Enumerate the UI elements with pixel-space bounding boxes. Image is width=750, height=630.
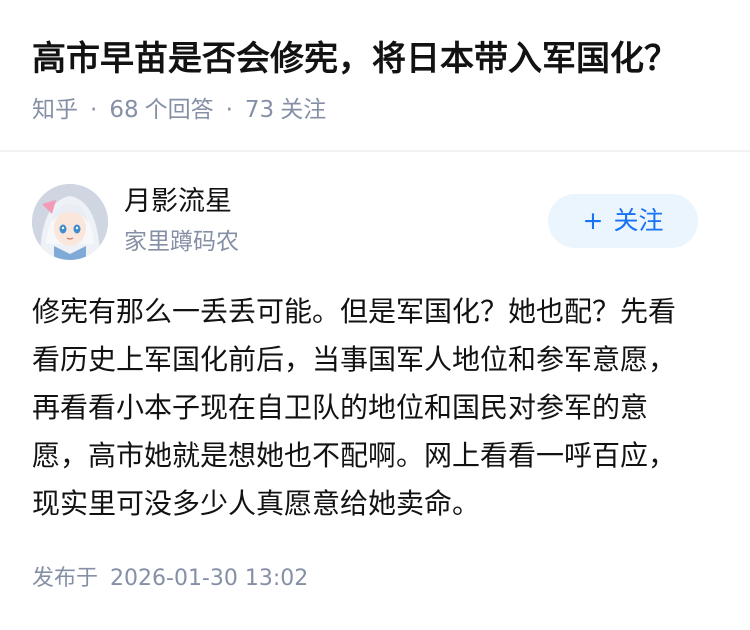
follower-count: 73 [244, 97, 275, 123]
source-label[interactable]: 知乎 [32, 97, 78, 123]
publish-label: 发布于 [32, 566, 99, 591]
section-divider [0, 150, 750, 152]
follow-button-label: 关注 [613, 206, 664, 235]
question-title[interactable]: 高市早苗是否会修宪，将日本带入军国化？ [32, 34, 678, 84]
answer-count[interactable]: 68 [109, 97, 138, 123]
meta-separator: · [90, 97, 98, 123]
avatar[interactable] [32, 184, 108, 260]
plus-icon: + [582, 206, 604, 235]
author-row: 月影流星 家里蹲码农 + 关注 [32, 182, 698, 262]
meta-separator: · [225, 97, 233, 123]
anime-girl-avatar-icon [32, 184, 108, 260]
author-name[interactable]: 月影流星 [124, 184, 232, 220]
answer-text: 修宪有那么一丢丢可能。但是军国化？她也配？先看看历史上军国化前后，当事国军人地位… [32, 295, 677, 520]
answer-count-label[interactable]: 个回答 [145, 97, 214, 123]
publish-datetime: 2026-01-30 13:02 [110, 566, 309, 591]
author-bio: 家里蹲码农 [124, 229, 239, 255]
follower-count-label: 关注 [280, 97, 327, 123]
question-meta: 知乎 · 68 个回答 · 73 关注 [32, 94, 326, 126]
publish-info: 发布于 2026-01-30 13:02 [32, 563, 308, 595]
follow-button[interactable]: + 关注 [548, 194, 698, 248]
